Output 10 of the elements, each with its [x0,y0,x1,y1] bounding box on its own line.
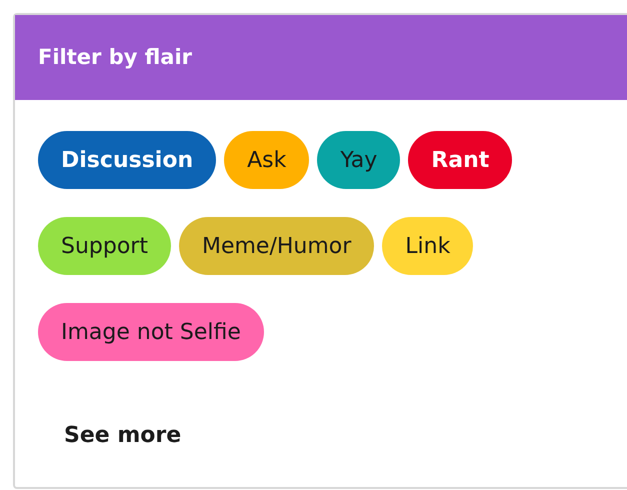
flair-tag[interactable]: Support [38,217,171,275]
flair-tag[interactable]: Ask [224,131,310,189]
flair-tag[interactable]: Image not Selfie [38,303,264,361]
flair-tag[interactable]: Rant [408,131,512,189]
flair-tag[interactable]: Yay [317,131,400,189]
flair-tag[interactable]: Meme/Humor [178,217,374,275]
flair-tag[interactable]: Discussion [38,131,216,189]
see-more-link[interactable]: See more [64,419,182,452]
widget-title: Filter by flair [38,44,192,71]
flair-tag[interactable]: Link [382,217,474,275]
